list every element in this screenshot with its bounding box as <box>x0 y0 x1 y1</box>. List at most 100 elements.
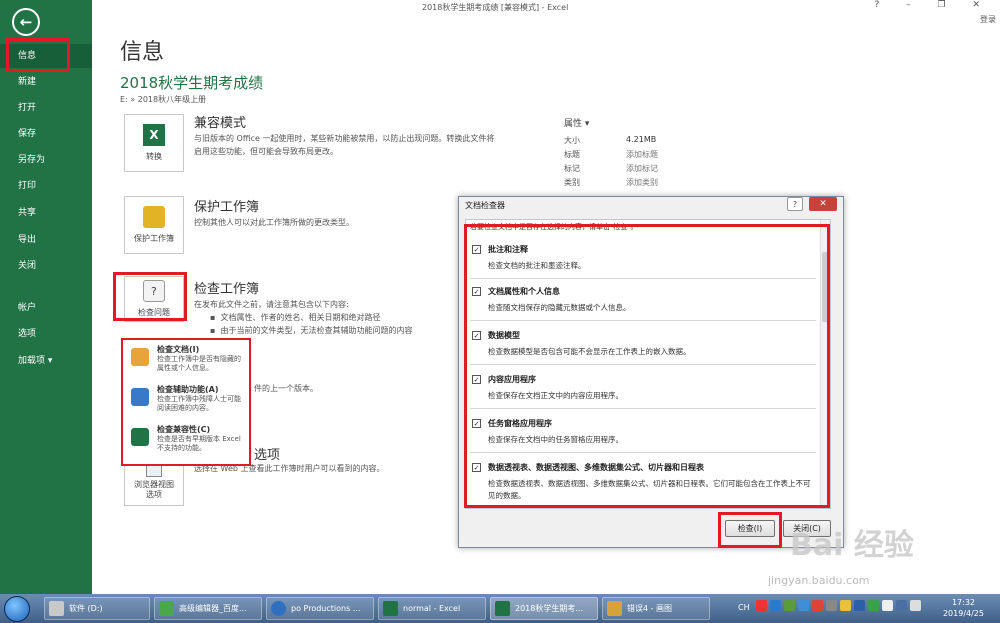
compat-desc-line-2: 启用这些功能，但可能会导致布局更改。 <box>194 147 338 156</box>
login-link[interactable]: 登录 <box>980 14 996 25</box>
sidebar-item-share[interactable]: 共享 <box>0 201 92 225</box>
browser-view-label: 浏览器视图 选项 <box>134 479 174 499</box>
sidebar-item-open[interactable]: 打开 <box>0 96 92 120</box>
inspect-title: 检查工作簿 <box>194 282 260 297</box>
clock[interactable]: 17:32 2019/4/25 <box>943 597 984 619</box>
dialog-close-icon[interactable]: ✕ <box>809 197 837 211</box>
sidebar-item-close[interactable]: 关闭 <box>0 254 92 278</box>
tray-icon[interactable] <box>882 600 893 611</box>
inspector-options-list: 若要检查文档中是否存在选择的内容，请单击"检查"。 ✓ 批注和注释 检查文档的批… <box>465 219 831 509</box>
taskbar-item-drive[interactable]: 软件 (D:) <box>44 597 150 620</box>
options-scrollbar[interactable] <box>820 220 830 508</box>
checkbox[interactable]: ✓ <box>472 287 481 296</box>
help-icon[interactable]: ? <box>787 197 803 211</box>
drive-icon <box>49 601 64 616</box>
sidebar-item-export[interactable]: 导出 <box>0 228 92 252</box>
checkbox[interactable]: ✓ <box>472 245 481 254</box>
back-arrow-icon[interactable]: ← <box>12 8 40 36</box>
tray-icon[interactable] <box>784 600 795 611</box>
tray-icon[interactable] <box>770 600 781 611</box>
inspect-desc-line: 在发布此文件之前，请注意其包含以下内容: <box>194 300 349 309</box>
sidebar-item-save[interactable]: 保存 <box>0 122 92 146</box>
lock-icon <box>143 206 165 228</box>
sidebar-item-options[interactable]: 选项 <box>0 322 92 346</box>
taskbar-item-productions[interactable]: po Productions ... <box>266 597 374 620</box>
tray-icon[interactable] <box>812 600 823 611</box>
check-issues-button[interactable]: 检查问题 <box>124 276 184 322</box>
property-title[interactable]: 标题 添加标题 <box>564 149 674 163</box>
check-issues-menu: 检查文档(I) 检查工作簿中是否有隐藏的属性或个人信息。 检查辅助功能(A) 检… <box>121 338 251 466</box>
properties-panel: 属性 ▾ 大小 4.21MB 标题 添加标题 标记 添加标记 类别 添加类别 <box>564 116 674 191</box>
protect-title: 保护工作簿 <box>194 200 260 215</box>
start-button-icon[interactable] <box>4 596 30 622</box>
title-bar: 2018秋学生期考成绩 [兼容模式] - Excel ? – ❐ ✕ 登录 <box>92 0 1000 24</box>
inspect-fragment: 件的上一个版本。 <box>254 384 318 393</box>
menu-item-check-accessibility[interactable]: 检查辅助功能(A) 检查工作簿中残障人士可能阅读困难的内容。 <box>127 384 245 424</box>
baidu-watermark-url: jingyan.baidu.com <box>768 574 870 587</box>
excel-icon <box>495 601 510 616</box>
checkbox[interactable]: ✓ <box>472 375 481 384</box>
compatibility-icon <box>131 428 149 446</box>
protect-workbook-button[interactable]: 保护工作簿 <box>124 196 184 254</box>
tray-icon[interactable] <box>868 600 879 611</box>
browser-view-icon <box>146 464 162 477</box>
backstage-sidebar: ← 信息 新建 打开 保存 另存为 打印 共享 导出 关闭 帐户 选项 加载项 … <box>0 0 92 594</box>
check-document-icon <box>143 280 165 302</box>
check-issues-label: 检查问题 <box>138 308 170 317</box>
document-inspector-dialog: 文档检查器 ? ✕ 若要检查文档中是否存在选择的内容，请单击"检查"。 ✓ 批注… <box>458 196 844 548</box>
checkbox[interactable]: ✓ <box>472 463 481 472</box>
convert-button-label: 转换 <box>146 152 162 161</box>
accessibility-icon <box>131 388 149 406</box>
browser-view-title-fragment: 选项 <box>254 448 281 463</box>
document-path[interactable]: E: » 2018秋八年级上册 <box>120 94 206 105</box>
property-size: 大小 4.21MB <box>564 135 657 145</box>
window-controls[interactable]: ? – ❐ ✕ <box>875 0 992 10</box>
protect-desc: 控制其他人可以对此工作簿所做的更改类型。 <box>194 218 354 227</box>
menu-item-check-compatibility[interactable]: 检查兼容性(C) 检查是否有早期版本 Excel 不支持的功能。 <box>127 424 245 464</box>
properties-header[interactable]: 属性 ▾ <box>564 116 674 129</box>
baidu-watermark: Bai 经验 <box>790 528 914 563</box>
page-title: 信息 <box>120 40 165 65</box>
tray-icon[interactable] <box>854 600 865 611</box>
window-title: 2018秋学生期考成绩 [兼容模式] - Excel <box>422 3 569 12</box>
tray-icon[interactable] <box>798 600 809 611</box>
checkbox[interactable]: ✓ <box>472 419 481 428</box>
volume-icon[interactable] <box>910 600 921 611</box>
taskbar-item-paint[interactable]: 错误4 - 画图 <box>602 597 710 620</box>
compat-title: 兼容模式 <box>194 116 247 131</box>
tray-icon[interactable] <box>840 600 851 611</box>
protect-button-label: 保护工作簿 <box>134 234 174 243</box>
checkbox[interactable]: ✓ <box>472 331 481 340</box>
taskbar-item-excel-grades[interactable]: 2018秋学生期考... <box>490 597 598 620</box>
taskbar-item-excel-normal[interactable]: normal - Excel <box>378 597 486 620</box>
menu-item-inspect-document[interactable]: 检查文档(I) 检查工作簿中是否有隐藏的属性或个人信息。 <box>127 344 245 384</box>
app-k-icon <box>271 601 286 616</box>
network-icon[interactable] <box>896 600 907 611</box>
scrollbar-thumb[interactable] <box>822 252 829 322</box>
sidebar-item-addins[interactable]: 加载项 ▾ <box>0 349 92 373</box>
sidebar-item-save-as[interactable]: 另存为 <box>0 148 92 172</box>
sidebar-item-info[interactable]: 信息 <box>0 44 92 68</box>
sidebar-item-new[interactable]: 新建 <box>0 70 92 94</box>
language-indicator[interactable]: CH <box>738 603 750 612</box>
tray-icon[interactable] <box>826 600 837 611</box>
tray-icon[interactable] <box>756 600 767 611</box>
inspect-bullet-2: ▪ 由于当前的文件类型，无法检查其辅助功能问题的内容 <box>210 326 413 335</box>
document-name: 2018秋学生期考成绩 <box>120 74 264 92</box>
compat-desc-line-1: 与旧版本的 Office 一起使用时，某些新功能被禁用，以防止出现问题。转换此文… <box>194 134 495 143</box>
taskbar-item-browser[interactable]: 高级编辑器_百度... <box>154 597 262 620</box>
property-tags[interactable]: 标记 添加标记 <box>564 163 674 177</box>
sidebar-item-account[interactable]: 帐户 <box>0 296 92 320</box>
browser-icon <box>159 601 174 616</box>
convert-button[interactable]: X 转换 <box>124 114 184 172</box>
dialog-title: 文档检查器 <box>465 201 505 210</box>
sidebar-item-print[interactable]: 打印 <box>0 174 92 198</box>
windows-taskbar: 软件 (D:) 高级编辑器_百度... po Productions ... n… <box>0 594 1000 623</box>
inspect-desc: 在发布此文件之前，请注意其包含以下内容: ▪ 文档属性、作者的姓名、相关日期和绝… <box>194 298 413 337</box>
excel-backstage: ← 信息 新建 打开 保存 另存为 打印 共享 导出 关闭 帐户 选项 加载项 … <box>0 0 1000 594</box>
inspect-button[interactable]: 检查(I) <box>725 520 775 537</box>
excel-icon <box>383 601 398 616</box>
excel-convert-icon: X <box>143 124 165 146</box>
inspect-bullet-1: ▪ 文档属性、作者的姓名、相关日期和绝对路径 <box>210 313 381 322</box>
property-category[interactable]: 类别 添加类别 <box>564 177 674 191</box>
